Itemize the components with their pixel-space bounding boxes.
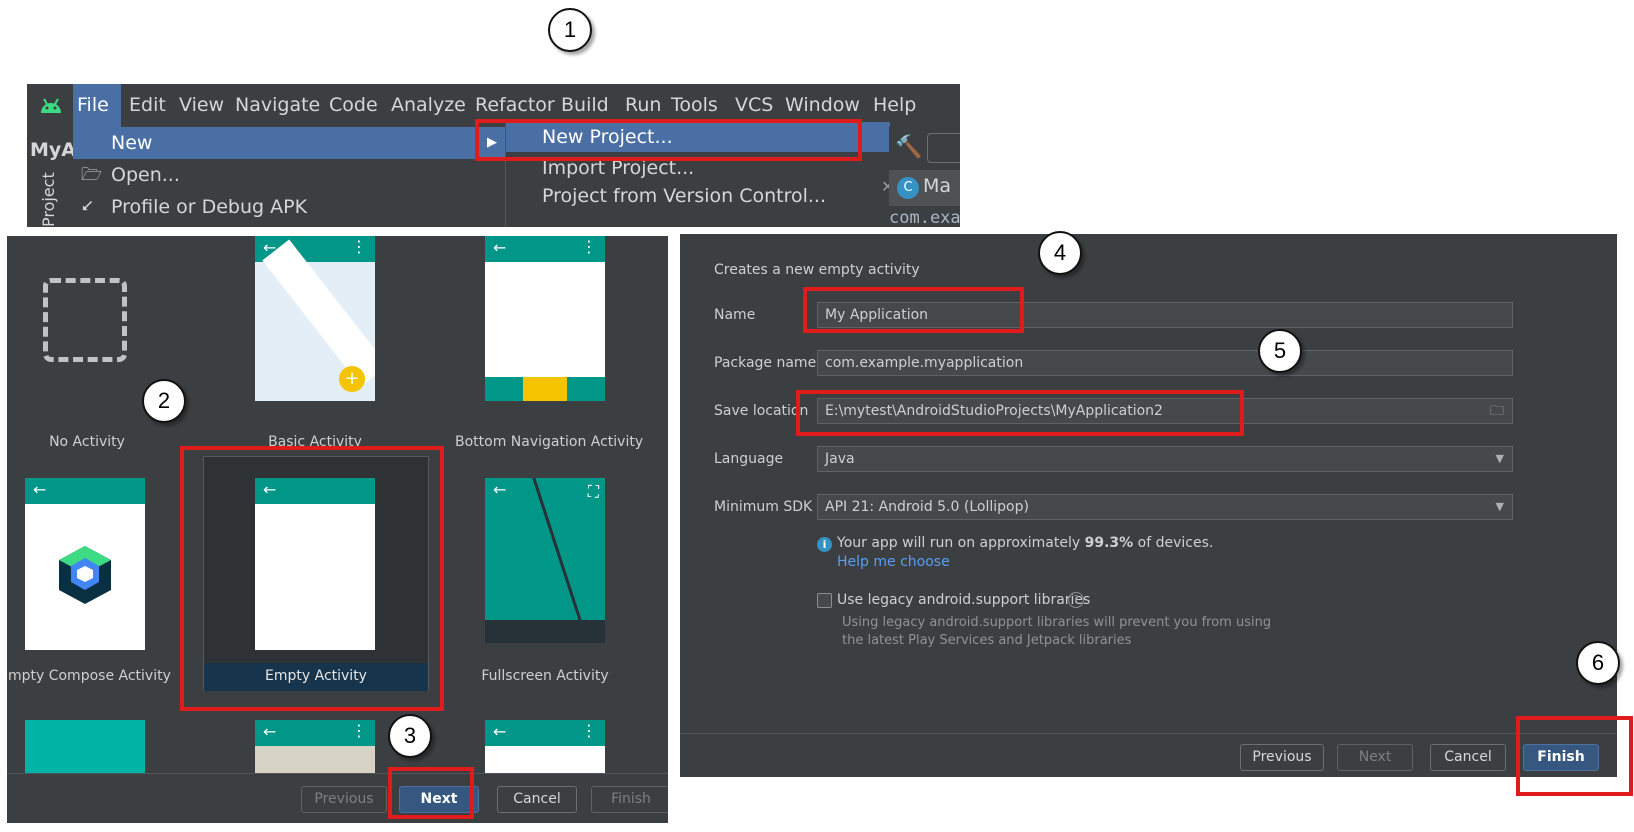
bottom-nav-activity-thumbnail[interactable]: ← ⋮	[485, 236, 605, 401]
no-activity-thumbnail[interactable]	[43, 278, 127, 362]
minimum-sdk-select[interactable]: API 21: Android 5.0 (Lollipop) ▼	[817, 494, 1513, 520]
hammer-build-icon[interactable]: 🔨	[895, 135, 922, 160]
package-name-field[interactable]: com.example.myapplication	[817, 350, 1513, 376]
file-menu-profile-label: Profile or Debug APK	[111, 196, 308, 218]
editor-tab-strip: C Ma	[889, 170, 960, 206]
file-menu-new[interactable]: New ▶	[73, 127, 505, 159]
menu-navigate[interactable]: Navigate	[231, 84, 324, 127]
menu-edit[interactable]: Edit	[125, 84, 170, 127]
menu-file[interactable]: File	[73, 84, 121, 127]
form-subtitle: Creates a new empty activity	[714, 262, 920, 278]
highlight-next-button	[388, 767, 474, 819]
project-name: MyA	[30, 139, 76, 161]
template-label-fullscreen: Fullscreen Activity	[481, 668, 609, 684]
fab-plus-icon: +	[339, 366, 365, 392]
fullscreen-activity-thumbnail[interactable]: ← ⛶	[485, 478, 605, 643]
folder-browse-icon[interactable]: 🗀	[1490, 399, 1504, 423]
project-tool-strip: MyA Project	[27, 127, 76, 227]
language-value: Java	[825, 451, 855, 467]
finish-button[interactable]: Finish	[591, 786, 668, 813]
gallery-footer: Previous Next Cancel Finish	[7, 773, 668, 823]
legacy-desc-line-2: the latest Play Services and Jetpack lib…	[842, 633, 1132, 648]
template-label-no-activity: No Activity	[49, 434, 125, 450]
form-footer: Previous Next Cancel Finish	[680, 733, 1617, 777]
legacy-support-label: Use legacy android.support libraries	[837, 592, 1091, 608]
editor-tab-label[interactable]: Ma	[923, 175, 951, 197]
name-label: Name	[714, 307, 756, 323]
partial-template-thumbnail[interactable]	[25, 720, 145, 780]
nav-bar	[485, 620, 605, 643]
highlight-empty-activity	[180, 446, 444, 711]
step-marker-1: 1	[548, 8, 592, 52]
file-menu-new-label: New	[111, 132, 153, 154]
highlight-name-field	[803, 287, 1024, 333]
step-marker-5: 5	[1258, 329, 1302, 373]
legacy-desc-line-1: Using legacy android.support libraries w…	[842, 615, 1272, 630]
minimum-sdk-label: Minimum SDK	[714, 499, 813, 515]
step-marker-3: 3	[388, 714, 432, 758]
back-arrow-icon: ←	[493, 238, 507, 257]
project-tool-tab[interactable]: Project	[39, 172, 58, 227]
menu-code[interactable]: Code	[325, 84, 382, 127]
file-menu-dropdown: New ▶ 🗁 Open... ⭩ Profile or Debug APK	[73, 127, 505, 227]
cancel-button[interactable]: Cancel	[497, 786, 577, 813]
step-marker-6: 6	[1576, 641, 1620, 685]
form-cancel-button[interactable]: Cancel	[1430, 744, 1506, 771]
empty-compose-thumbnail[interactable]: ←	[25, 478, 145, 650]
code-peek-text: com.examp	[889, 208, 960, 227]
overflow-menu-icon: ⋮	[581, 237, 597, 256]
help-me-choose-link[interactable]: Help me choose	[837, 554, 950, 570]
highlight-new-project	[475, 119, 862, 161]
chevron-down-icon: ▼	[1495, 500, 1504, 513]
overflow-menu-icon: ⋮	[581, 721, 597, 740]
basic-activity-thumbnail[interactable]: ← ⋮ +	[255, 236, 375, 401]
overflow-menu-icon: ⋮	[351, 237, 367, 256]
fullscreen-icon: ⛶	[587, 482, 599, 501]
legacy-support-checkbox[interactable]	[817, 593, 832, 608]
save-location-label: Save location	[714, 403, 809, 419]
minimum-sdk-value: API 21: Android 5.0 (Lollipop)	[825, 499, 1029, 515]
partial-template-thumbnail[interactable]: ← ⋮	[255, 720, 375, 780]
help-question-icon[interactable]: ?	[1068, 592, 1084, 608]
back-arrow-icon: ←	[33, 480, 47, 499]
language-label: Language	[714, 451, 784, 467]
run-config-selector[interactable]	[927, 133, 960, 163]
bottom-navigation-selected	[523, 377, 567, 401]
class-c-icon: C	[897, 177, 919, 199]
partial-template-thumbnail[interactable]: ← ⋮	[485, 720, 605, 780]
info-icon: i	[817, 537, 832, 552]
profile-apk-icon: ⭩	[82, 197, 94, 217]
file-menu-open[interactable]: 🗁 Open...	[73, 159, 505, 191]
template-label-empty-compose: Empty Compose Activity	[7, 668, 171, 684]
file-menu-open-label: Open...	[111, 164, 180, 186]
previous-button[interactable]: Previous	[301, 786, 387, 813]
form-next-button[interactable]: Next	[1337, 744, 1413, 771]
jetpack-compose-logo-icon	[59, 546, 111, 604]
back-arrow-icon: ←	[263, 722, 277, 741]
android-logo-icon	[41, 98, 61, 113]
device-coverage-text: Your app will run on approximately 99.3%…	[837, 535, 1214, 551]
highlight-save-location	[796, 390, 1244, 436]
menu-analyze[interactable]: Analyze	[387, 84, 470, 127]
step-marker-4: 4	[1038, 231, 1082, 275]
highlight-finish-button	[1516, 716, 1633, 796]
submenu-project-from-vcs[interactable]: Project from Version Control...	[506, 181, 890, 211]
menu-view[interactable]: View	[175, 84, 228, 127]
step-marker-2: 2	[142, 379, 186, 423]
thumbnail-decoration	[529, 478, 591, 643]
language-select[interactable]: Java ▼	[817, 446, 1513, 472]
form-previous-button[interactable]: Previous	[1240, 744, 1324, 771]
back-arrow-icon: ←	[493, 722, 507, 741]
back-arrow-icon: ←	[493, 480, 507, 499]
package-name-label: Package name	[714, 355, 817, 371]
folder-icon: 🗁	[81, 165, 103, 185]
template-label-bottom-navigation: Bottom Navigation Activity	[455, 434, 644, 450]
file-menu-profile-apk[interactable]: ⭩ Profile or Debug APK	[73, 191, 505, 223]
overflow-menu-icon: ⋮	[351, 721, 367, 740]
menu-help[interactable]: Help	[869, 84, 920, 127]
chevron-down-icon: ▼	[1495, 452, 1504, 465]
